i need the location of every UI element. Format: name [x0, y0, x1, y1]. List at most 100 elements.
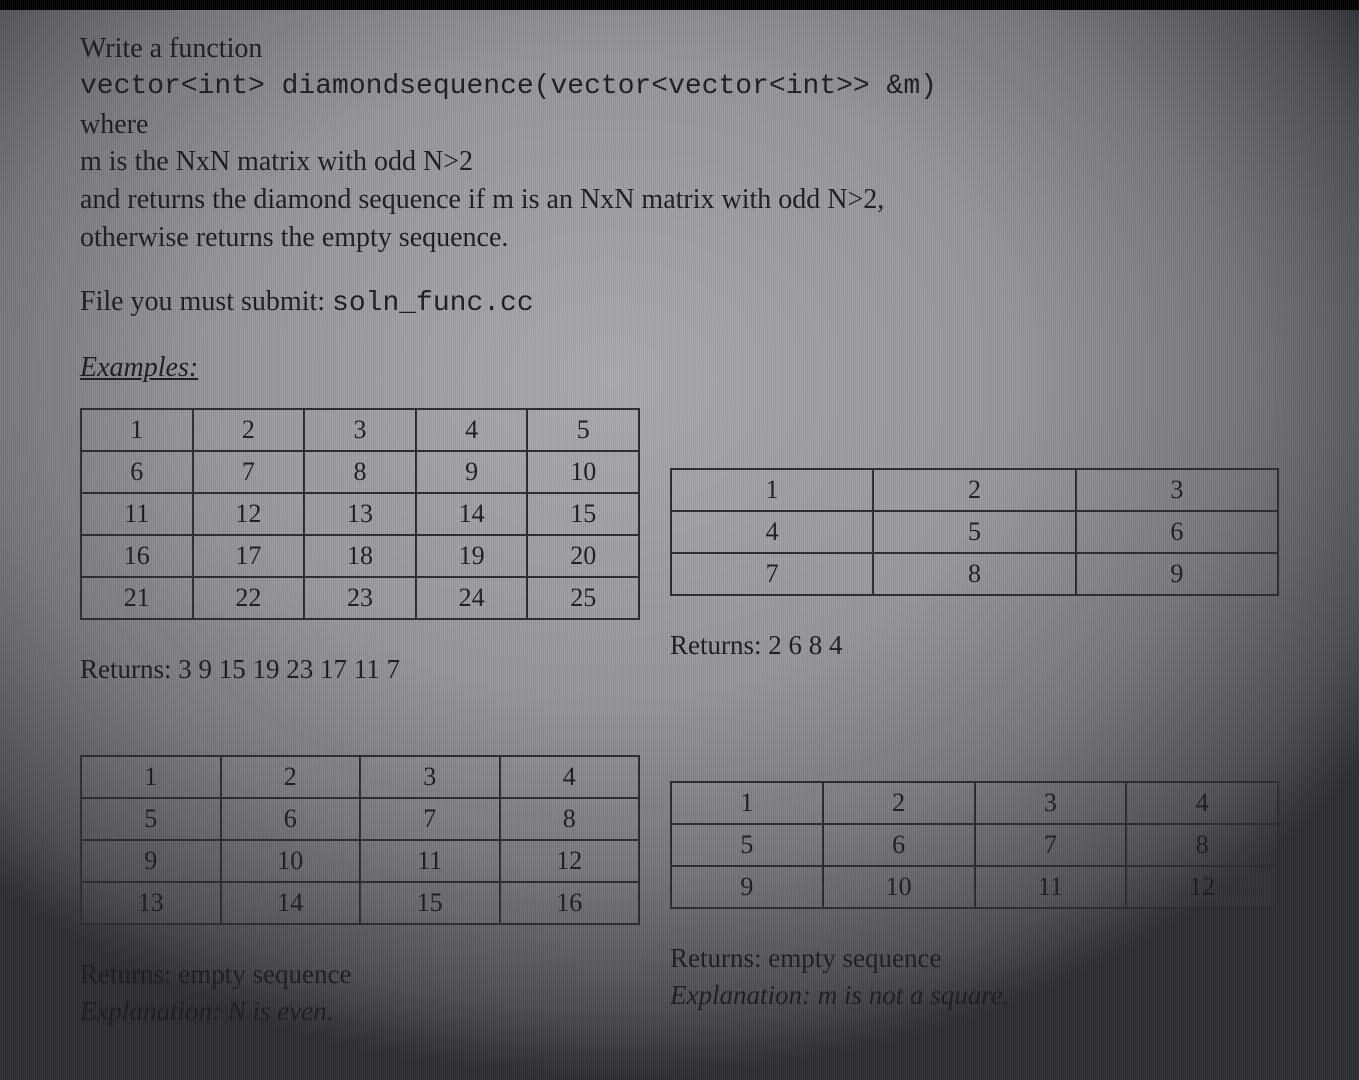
returns-value: 3 9 15 19 23 17 11 7	[178, 654, 400, 684]
matrix-cell: 24	[416, 577, 528, 619]
table-row: 7 8 9	[671, 553, 1278, 595]
matrix-cell: 2	[823, 782, 975, 824]
matrix-cell: 3	[360, 756, 500, 798]
matrix-cell: 12	[500, 840, 640, 882]
matrix-cell: 5	[873, 511, 1075, 553]
returns-value: empty sequence	[178, 959, 351, 989]
matrix-cell: 9	[416, 451, 528, 493]
example-3-matrix: 1 2 3 4 5 6 7 8 9 10 11 12	[80, 755, 640, 925]
matrix-cell: 7	[975, 824, 1127, 866]
example-2-matrix: 1 2 3 4 5 6 7 8 9	[670, 468, 1279, 596]
matrix-cell: 9	[81, 840, 221, 882]
example-2: 1 2 3 4 5 6 7 8 9 Returns: 2 6 8 4	[670, 408, 1279, 685]
matrix-cell: 8	[500, 798, 640, 840]
example-3-explanation: Explanation: N is even.	[80, 996, 640, 1027]
matrix-cell: 25	[527, 577, 639, 619]
problem-page: Write a function vector<int> diamondsequ…	[0, 0, 1359, 1080]
table-row: 11 12 13 14 15	[81, 493, 639, 535]
matrix-cell: 15	[527, 493, 639, 535]
submit-filename: soln_func.cc	[332, 288, 534, 319]
example-3: 1 2 3 4 5 6 7 8 9 10 11 12	[80, 755, 640, 1027]
matrix-cell: 16	[500, 882, 640, 924]
matrix-cell: 5	[81, 798, 221, 840]
matrix-cell: 1	[81, 756, 221, 798]
matrix-cell: 7	[193, 451, 305, 493]
example-1-returns: Returns: 3 9 15 19 23 17 11 7	[80, 654, 640, 685]
table-row: 1 2 3	[671, 469, 1278, 511]
examples-heading: Examples:	[80, 349, 1279, 387]
table-row: 9 10 11 12	[671, 866, 1278, 908]
matrix-cell: 10	[823, 866, 975, 908]
prompt-line-5: and returns the diamond sequence if m is…	[80, 181, 1279, 219]
matrix-cell: 19	[416, 535, 528, 577]
matrix-cell: 1	[671, 782, 823, 824]
table-row: 13 14 15 16	[81, 882, 639, 924]
example-2-returns: Returns: 2 6 8 4	[670, 630, 1279, 661]
matrix-cell: 3	[304, 409, 416, 451]
returns-label: Returns:	[670, 630, 762, 660]
matrix-cell: 6	[1076, 511, 1278, 553]
matrix-cell: 11	[81, 493, 193, 535]
matrix-cell: 3	[975, 782, 1127, 824]
matrix-cell: 17	[193, 535, 305, 577]
prompt-line-4: m is the NxN matrix with odd N>2	[80, 143, 1279, 181]
matrix-cell: 12	[193, 493, 305, 535]
example-1-matrix: 1 2 3 4 5 6 7 8 9 10 11 12 13 14	[80, 408, 640, 620]
table-row: 5 6 7 8	[671, 824, 1278, 866]
explanation-label: Explanation:	[80, 996, 221, 1026]
matrix-cell: 7	[360, 798, 500, 840]
table-row: 21 22 23 24 25	[81, 577, 639, 619]
explanation-body: m is not a square.	[818, 980, 1010, 1010]
table-row: 4 5 6	[671, 511, 1278, 553]
matrix-cell: 4	[1126, 782, 1278, 824]
matrix-cell: 8	[304, 451, 416, 493]
prompt-line-1: Write a function	[80, 30, 1279, 68]
matrix-cell: 7	[671, 553, 873, 595]
submit-line: File you must submit: soln_func.cc	[80, 283, 1279, 323]
matrix-cell: 3	[1076, 469, 1278, 511]
example-4-matrix: 1 2 3 4 5 6 7 8 9 10 11 12	[670, 781, 1279, 909]
returns-label: Returns:	[80, 959, 172, 989]
matrix-cell: 8	[873, 553, 1075, 595]
matrix-cell: 9	[1076, 553, 1278, 595]
matrix-cell: 2	[873, 469, 1075, 511]
example-1: 1 2 3 4 5 6 7 8 9 10 11 12 13 14	[80, 408, 640, 685]
explanation-label: Explanation:	[670, 980, 811, 1010]
matrix-cell: 4	[416, 409, 528, 451]
matrix-cell: 1	[671, 469, 873, 511]
function-signature: vector<int> diamondsequence(vector<vecto…	[80, 68, 1279, 106]
table-row: 16 17 18 19 20	[81, 535, 639, 577]
matrix-cell: 20	[527, 535, 639, 577]
prompt-line-6: otherwise returns the empty sequence.	[80, 219, 1279, 257]
matrix-cell: 13	[304, 493, 416, 535]
returns-label: Returns:	[80, 654, 172, 684]
matrix-cell: 8	[1126, 824, 1278, 866]
table-row: 1 2 3 4 5	[81, 409, 639, 451]
matrix-cell: 21	[81, 577, 193, 619]
matrix-cell: 6	[823, 824, 975, 866]
table-row: 6 7 8 9 10	[81, 451, 639, 493]
matrix-cell: 4	[500, 756, 640, 798]
matrix-cell: 1	[81, 409, 193, 451]
submit-prefix: File you must submit:	[80, 286, 332, 317]
matrix-cell: 15	[360, 882, 500, 924]
matrix-cell: 11	[975, 866, 1127, 908]
matrix-cell: 5	[527, 409, 639, 451]
example-4: 1 2 3 4 5 6 7 8 9 10 11 12	[670, 755, 1279, 1027]
matrix-cell: 14	[221, 882, 361, 924]
table-row: 1 2 3 4	[671, 782, 1278, 824]
example-4-returns: Returns: empty sequence	[670, 943, 1279, 974]
matrix-cell: 22	[193, 577, 305, 619]
table-row: 9 10 11 12	[81, 840, 639, 882]
matrix-cell: 12	[1126, 866, 1278, 908]
returns-label: Returns:	[670, 943, 762, 973]
matrix-cell: 2	[221, 756, 361, 798]
matrix-cell: 14	[416, 493, 528, 535]
matrix-cell: 4	[671, 511, 873, 553]
examples-grid: 1 2 3 4 5 6 7 8 9 10 11 12 13 14	[80, 408, 1279, 1027]
matrix-cell: 16	[81, 535, 193, 577]
matrix-cell: 6	[221, 798, 361, 840]
table-row: 1 2 3 4	[81, 756, 639, 798]
table-row: 5 6 7 8	[81, 798, 639, 840]
matrix-cell: 13	[81, 882, 221, 924]
